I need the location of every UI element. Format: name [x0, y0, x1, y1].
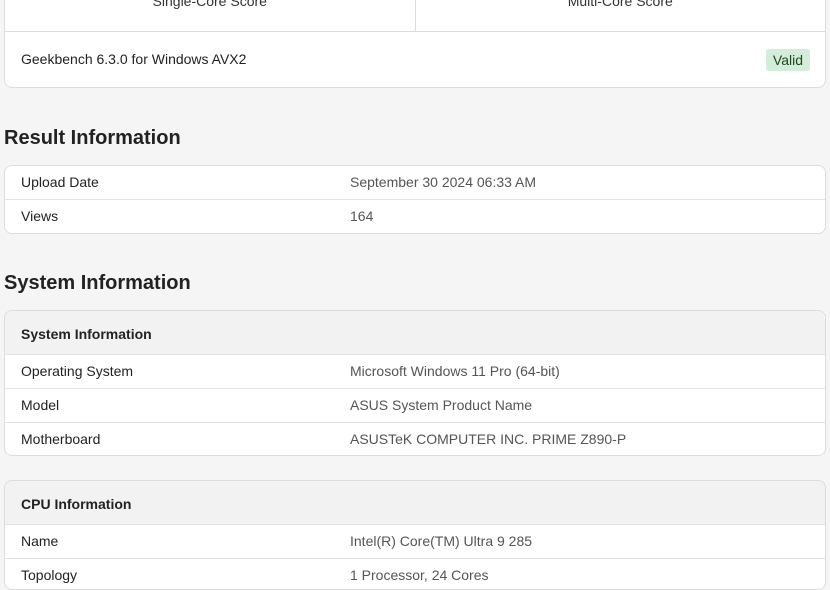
motherboard-label: Motherboard	[21, 431, 101, 447]
table-row: Upload Date September 30 2024 06:33 AM	[5, 166, 825, 200]
model-value: ASUS System Product Name	[350, 397, 533, 413]
table-row: Topology 1 Processor, 24 Cores	[5, 559, 825, 589]
valid-badge: Valid	[765, 49, 810, 71]
model-label: Model	[21, 397, 60, 413]
cpu-card-header: CPU Information	[21, 496, 132, 512]
card-header: System Information	[5, 311, 825, 355]
topology-value: 1 Processor, 24 Cores	[350, 567, 489, 583]
table-row: Motherboard ASUSTeK COMPUTER INC. PRIME …	[5, 423, 825, 455]
system-information-title: System Information	[4, 272, 191, 294]
motherboard-value: ASUSTeK COMPUTER INC. PRIME Z890-P	[350, 431, 627, 447]
single-core-score-label: Single-Core Score	[5, 0, 416, 31]
cpu-information-card: CPU Information Name Intel(R) Core(TM) U…	[4, 480, 826, 590]
os-value: Microsoft Windows 11 Pro (64-bit)	[350, 363, 560, 379]
cpu-name-value: Intel(R) Core(TM) Ultra 9 285	[350, 533, 533, 549]
topology-label: Topology	[21, 567, 78, 583]
table-row: Views 164	[5, 200, 825, 233]
score-header: Single-Core Score Multi-Core Score	[5, 0, 825, 32]
table-row: Name Intel(R) Core(TM) Ultra 9 285	[5, 525, 825, 559]
upload-date-label: Upload Date	[21, 174, 99, 190]
upload-date-value: September 30 2024 06:33 AM	[350, 174, 537, 190]
benchmark-version: Geekbench 6.3.0 for Windows AVX2	[21, 51, 247, 67]
system-card-header: System Information	[21, 326, 152, 342]
system-information-card: System Information Operating System Micr…	[4, 310, 826, 456]
score-card: Single-Core Score Multi-Core Score Geekb…	[4, 0, 826, 88]
table-row: Model ASUS System Product Name	[5, 389, 825, 423]
score-footer: Geekbench 6.3.0 for Windows AVX2 Valid	[5, 32, 825, 87]
views-label: Views	[21, 208, 59, 224]
views-value: 164	[350, 208, 374, 224]
table-row: Operating System Microsoft Windows 11 Pr…	[5, 355, 825, 389]
result-information-card: Upload Date September 30 2024 06:33 AM V…	[4, 165, 826, 234]
os-label: Operating System	[21, 363, 134, 379]
result-information-title: Result Information	[4, 127, 181, 149]
multi-core-score-label: Multi-Core Score	[567, 0, 673, 9]
cpu-name-label: Name	[21, 533, 59, 549]
card-header: CPU Information	[5, 481, 825, 525]
